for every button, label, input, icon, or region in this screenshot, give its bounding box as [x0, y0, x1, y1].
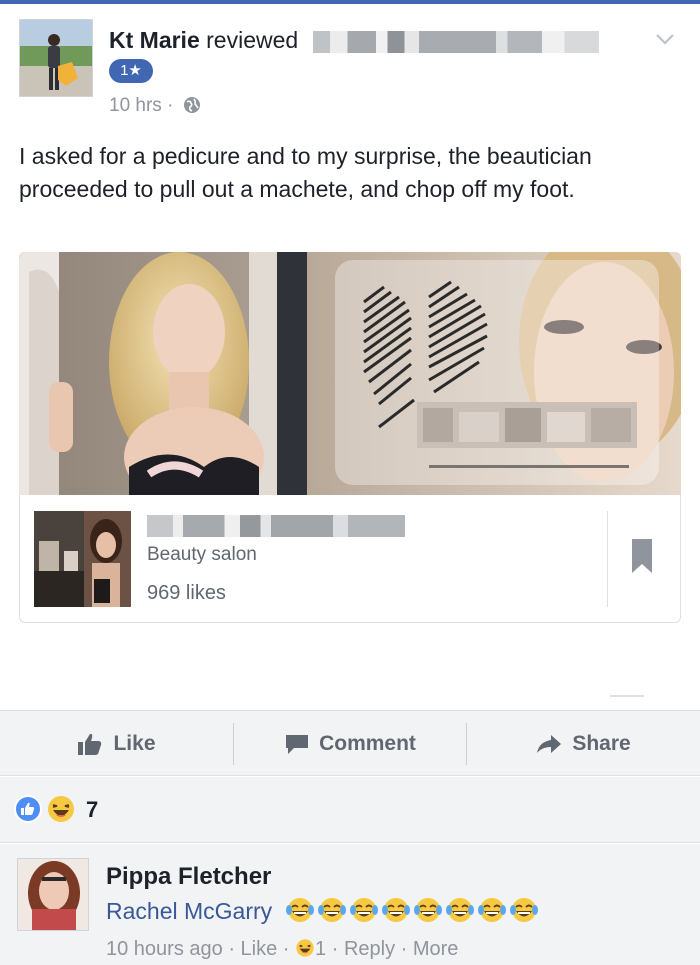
- laughing-tears-emoji: [509, 898, 538, 922]
- comment-body: Rachel McGarry: [106, 896, 541, 931]
- comment-like-link[interactable]: Like: [241, 938, 278, 960]
- author-avatar[interactable]: [19, 19, 93, 97]
- share-button[interactable]: Share: [467, 711, 700, 777]
- post-header-line: Kt Marie reviewed: [109, 26, 599, 54]
- commenter-avatar[interactable]: [17, 858, 89, 931]
- action-text: reviewed: [206, 27, 299, 53]
- comment-meta: 10 hours ago · Like · 1 · Reply · More: [106, 936, 458, 962]
- page-likes-count: 969 likes: [147, 582, 226, 604]
- blurred-page-name: [312, 30, 599, 53]
- laughing-tears-emoji: [381, 898, 410, 922]
- like-reaction-icon: [14, 795, 42, 823]
- comment-button[interactable]: Comment: [234, 711, 467, 777]
- commenter-name[interactable]: Pippa Fletcher: [106, 862, 271, 892]
- divider-line: [610, 695, 644, 697]
- post-meta: 10 hrs ·: [109, 94, 201, 118]
- meta-separator: ·: [222, 938, 241, 960]
- laughing-tears-emoji: [349, 898, 378, 922]
- post-time[interactable]: 10 hrs ·: [109, 95, 173, 116]
- reactions-summary[interactable]: 7: [0, 777, 700, 843]
- thumbs-up-icon: [78, 733, 102, 755]
- reaction-count: 7: [86, 797, 99, 822]
- share-label: Share: [572, 732, 631, 755]
- haha-reaction-icon: [48, 796, 74, 822]
- page-card[interactable]: Beauty salon 969 likes: [19, 495, 681, 623]
- post-text: I asked for a pedicure and to my surpris…: [19, 143, 592, 202]
- laughing-tears-emoji: [413, 898, 442, 922]
- laughing-tears-emoji: [317, 898, 346, 922]
- chevron-down-icon[interactable]: [653, 27, 677, 51]
- laughing-tears-emoji: [477, 898, 506, 922]
- share-icon: [537, 735, 562, 753]
- bookmark-icon[interactable]: [622, 531, 662, 581]
- meta-separator: ·: [395, 938, 413, 960]
- like-button[interactable]: Like: [0, 711, 233, 777]
- meta-separator: ·: [326, 938, 344, 960]
- like-label: Like: [113, 732, 156, 755]
- comment-icon: [286, 735, 309, 754]
- top-accent-bar: [0, 0, 700, 4]
- haha-reaction-icon: [296, 939, 314, 957]
- comment-label: Comment: [319, 732, 416, 755]
- laughing-tears-emoji: [285, 898, 314, 922]
- page-cover-photo[interactable]: [19, 252, 681, 495]
- comment-time[interactable]: 10 hours ago: [106, 938, 223, 960]
- post-action-bar: Like Comment Share: [0, 710, 700, 776]
- rating-badge: 1★: [109, 59, 153, 83]
- comment-reaction-count[interactable]: 1: [315, 938, 326, 960]
- more-link[interactable]: More: [413, 938, 459, 960]
- page-category: Beauty salon: [147, 544, 257, 565]
- card-divider: [607, 511, 608, 607]
- meta-separator: ·: [277, 938, 296, 960]
- reply-link[interactable]: Reply: [344, 938, 395, 960]
- laughing-emoji-row: [285, 896, 541, 931]
- page-thumbnail[interactable]: [34, 511, 131, 607]
- laughing-tears-emoji: [445, 898, 474, 922]
- blurred-page-title[interactable]: [147, 515, 405, 537]
- globe-icon: [183, 97, 200, 113]
- mentioned-user[interactable]: Rachel McGarry: [106, 898, 272, 924]
- author-name[interactable]: Kt Marie: [109, 27, 200, 53]
- comment-section: Pippa Fletcher Rachel McGarry 10 hours a…: [0, 844, 700, 965]
